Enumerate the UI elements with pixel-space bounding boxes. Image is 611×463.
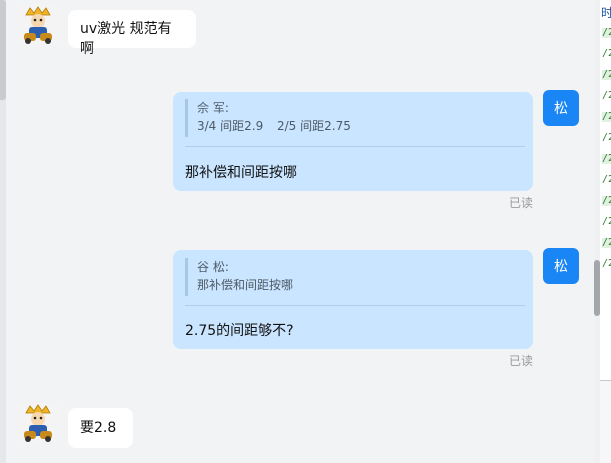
message-text: 那补偿和间距按哪	[185, 165, 297, 181]
received-message-bubble[interactable]: 要2.8	[68, 408, 133, 448]
quote-content: 3/4 间距2.9 2/5 间距2.75	[197, 117, 351, 135]
read-status: 已读	[509, 196, 534, 210]
quote-author: 谷 松:	[197, 260, 229, 274]
my-avatar[interactable]: 松	[543, 90, 579, 126]
quote-content: 那补偿和间距按哪	[197, 278, 294, 292]
sent-message-bubble[interactable]: 佘 军: 3/4 间距2.9 2/5 间距2.75 那补偿和间距按哪	[173, 92, 533, 191]
panel-line: /2	[602, 28, 611, 38]
panel-line: /2	[602, 90, 611, 101]
panel-line: /2	[602, 70, 611, 80]
quote-text-part-1: 3/4 间距2.9	[197, 119, 264, 133]
panel-line: /2	[602, 216, 611, 227]
sent-message-bubble[interactable]: 谷 松: 那补偿和间距按哪 2.75的间距够不?	[173, 250, 533, 349]
left-scroll-thumb[interactable]	[0, 0, 6, 100]
panel-footer	[600, 380, 611, 463]
panel-line: /2	[602, 112, 611, 122]
panel-line: /2	[602, 154, 611, 164]
quote-author: 佘 军:	[197, 101, 229, 115]
contact-avatar[interactable]	[18, 5, 58, 45]
message-text: 2.75的间距够不?	[185, 323, 294, 339]
message-text: 要2.8	[80, 420, 117, 436]
avatar-label: 松	[554, 259, 568, 275]
panel-line: /2	[602, 196, 611, 206]
quote-divider	[185, 146, 525, 147]
contact-avatar[interactable]	[18, 403, 58, 443]
panel-line: /2	[602, 48, 611, 59]
quoted-message[interactable]: 谷 松: 那补偿和间距按哪	[185, 258, 293, 296]
cartoon-character-avatar-icon	[18, 403, 58, 443]
panel-line: /2	[602, 238, 611, 248]
quoted-message[interactable]: 佘 军: 3/4 间距2.9 2/5 间距2.75	[185, 99, 351, 137]
panel-line: /2	[602, 132, 611, 143]
my-avatar[interactable]: 松	[543, 248, 579, 284]
panel-header-text: 时	[601, 6, 611, 20]
panel-line: /2	[602, 258, 611, 269]
read-status: 已读	[509, 354, 534, 368]
adjacent-panel: 时 /2 /2 /2 /2 /2 /2 /2 /2 /2 /2 /2 /2	[600, 0, 611, 463]
received-message-bubble[interactable]: uv激光 规范有啊	[68, 10, 196, 57]
quote-divider	[185, 305, 525, 306]
quote-text-part-2: 2/5 间距2.75	[277, 119, 351, 133]
panel-line: /2	[602, 174, 611, 185]
avatar-label: 松	[554, 101, 568, 117]
cartoon-character-avatar-icon	[18, 5, 58, 45]
message-text: uv激光 规范有啊	[80, 21, 172, 57]
